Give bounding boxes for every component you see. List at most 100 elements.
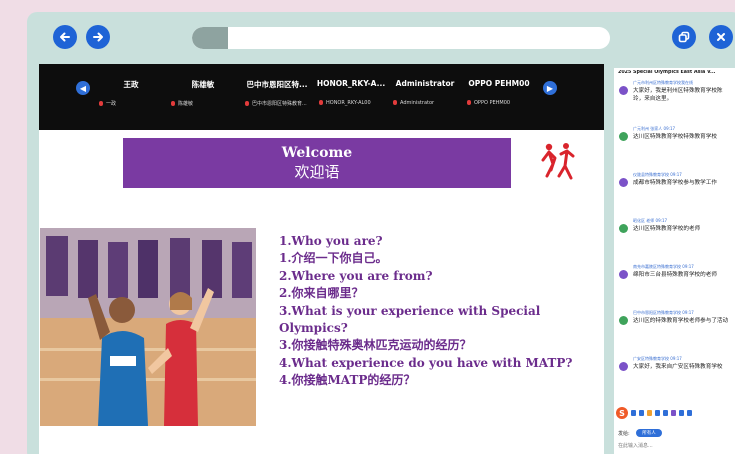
avatar [619, 132, 628, 141]
participant-name: OPPO PEHM00 [468, 79, 530, 88]
participant-label: Administrator [389, 100, 461, 106]
question-line: 1.介绍一下你自己。 [279, 251, 388, 266]
participant-label: 一政 [95, 100, 167, 107]
intro-questions: 1.Who you are? 1.介绍一下你自己。 2.Where you ar… [279, 233, 599, 390]
participant-tile[interactable]: 王政 一政 [95, 76, 167, 116]
back-button[interactable] [53, 25, 77, 49]
message-meta: 广安区特殊教育学校 09:17 [633, 356, 682, 361]
punctuation-icon[interactable] [639, 410, 644, 416]
participant-name: 王政 [123, 80, 139, 89]
address-bar[interactable] [192, 27, 610, 49]
mic-muted-icon [171, 101, 175, 106]
participant-tile[interactable]: OPPO PEHM00 OPPO PEHM00 [463, 76, 535, 116]
mic-icon[interactable] [655, 410, 660, 416]
chat-message: 广元市利州区特殊教育学校我在线 大家好，我是利州区特殊教育学校陈玲，来自这里。 [614, 80, 735, 114]
participant-tile[interactable]: Administrator Administrator [389, 76, 461, 116]
chat-title: 2025 Special Olympics East Asia V... [618, 70, 716, 75]
question-line: 4.你接触MATP的经历？ [279, 373, 416, 388]
message-text: 成都市特殊教育学校参与教学工作 [633, 180, 717, 186]
question-line: 3.What is your experience with Special O… [279, 303, 541, 336]
mic-muted-icon [245, 101, 249, 106]
chat-message: 南充市嘉陵区特殊教育学校 09:17 绵阳市三台县特殊教育学校的老师 [614, 264, 735, 298]
send-to-label: 发给: [618, 431, 630, 437]
chat-panel: 2025 Special Olympics East Asia V... 广元市… [614, 68, 735, 454]
avatar [619, 224, 628, 233]
mic-muted-icon [393, 100, 397, 105]
participant-name: 陈雄敏 [191, 80, 215, 89]
participants-prev-button[interactable]: ◀ [76, 81, 90, 95]
message-text: 大家好，我是利州区特殊教育学校陈玲，来自这里。 [633, 88, 723, 102]
participant-tile[interactable]: 巴中市恩阳区特... 巴中市恩阳区特殊教育... [241, 76, 313, 116]
special-olympics-logo [541, 143, 575, 180]
chat-message: 广元利州 张家人 09:17 达川区特殊教育学校特殊教育学校 [614, 126, 735, 160]
avatar [619, 178, 628, 187]
address-input[interactable] [232, 27, 602, 49]
participant-label: 陈雄敏 [167, 100, 239, 107]
address-progress [192, 27, 228, 49]
message-meta: 巴中市恩阳区特殊教育学校 09:17 [633, 310, 694, 315]
meeting-content: ◀ 王政 一政 陈雄敏 陈雄敏 巴中市恩阳区特... 巴中市恩阳区特殊教育...… [39, 64, 604, 454]
chat-input[interactable]: 在此输入消息... [618, 442, 728, 449]
participant-name: 巴中市恩阳区特... [246, 80, 308, 89]
participant-label: OPPO PEHM00 [463, 100, 535, 106]
message-text: 达川区的特殊教育学校老师参与了活动 [633, 318, 729, 324]
welcome-banner: Welcome 欢迎语 [123, 138, 511, 188]
emoji-icon[interactable] [647, 410, 652, 416]
question-line: 2.Where you are from? [279, 268, 433, 283]
participants-next-button[interactable]: ▶ [543, 81, 557, 95]
message-text: 达川区特殊教育学校的老师 [633, 226, 701, 232]
skin-icon[interactable] [671, 410, 676, 416]
participant-tile[interactable]: 陈雄敏 陈雄敏 [167, 76, 239, 116]
close-icon [717, 33, 725, 41]
keyboard-icon[interactable] [663, 410, 668, 416]
window-toolbar [27, 12, 735, 64]
participant-strip: ◀ 王政 一政 陈雄敏 陈雄敏 巴中市恩阳区特... 巴中市恩阳区特殊教育...… [39, 64, 604, 130]
participant-name: HONOR_RKY-A... [316, 79, 386, 88]
mic-muted-icon [99, 101, 103, 106]
arrow-right-icon [93, 32, 103, 42]
chinese-mode-icon[interactable] [631, 410, 636, 416]
chat-message: 巴中市恩阳区特殊教育学校 09:17 达川区的特殊教育学校老师参与了活动 [614, 310, 735, 344]
avatar [619, 86, 628, 95]
mic-muted-icon [319, 100, 323, 105]
avatar [619, 316, 628, 325]
question-line: 4.What experience do you have with MATP? [279, 355, 573, 370]
message-text: 大家好，我来自广安区特殊教育学校 [633, 364, 723, 370]
sogou-ime-icon[interactable]: S [616, 407, 628, 419]
chat-message: 昭化区 老师 09:17 达川区特殊教育学校的老师 [614, 218, 735, 252]
copy-button[interactable] [672, 25, 696, 49]
participant-name: Administrator [395, 79, 455, 88]
close-button[interactable] [709, 25, 733, 49]
message-meta: 南充市嘉陵区特殊教育学校 09:17 [633, 264, 694, 269]
message-meta: 仪陇县特殊教育学校 09:17 [633, 172, 682, 177]
message-meta: 昭化区 老师 09:17 [633, 218, 668, 223]
welcome-title-cn: 欢迎语 [294, 163, 340, 181]
chat-message: 仪陇县特殊教育学校 09:17 成都市特殊教育学校参与教学工作 [614, 172, 735, 206]
question-line: 2.你来自哪里？ [279, 286, 364, 301]
toolbox-icon[interactable] [679, 410, 684, 416]
forward-button[interactable] [86, 25, 110, 49]
message-meta: 广元利州 张家人 09:17 [633, 126, 676, 131]
input-method-toolbar: S [614, 406, 735, 420]
menu-icon[interactable] [687, 410, 692, 416]
participant-label: 巴中市恩阳区特殊教育... [241, 100, 313, 107]
chat-message: 广安区特殊教育学校 09:17 大家好，我来自广安区特殊教育学校 [614, 356, 735, 390]
message-meta: 广元市利州区特殊教育学校我在线 [633, 80, 693, 85]
mic-muted-icon [467, 100, 471, 105]
arrow-left-icon [60, 32, 70, 42]
send-to-select[interactable]: 所有人 [636, 429, 662, 437]
shared-slide: Welcome 欢迎语 1.Who you are? 1.介绍一下你自己。 2.… [39, 130, 604, 454]
participant-tile[interactable]: HONOR_RKY-A... HONOR_RKY-AL00 [315, 76, 387, 116]
question-line: 3.你接触特殊奥林匹克运动的经历？ [279, 338, 472, 353]
athletes-photo [40, 228, 256, 426]
chevron-right-icon: ▶ [546, 83, 554, 93]
copy-icon [678, 31, 690, 43]
message-text: 绵阳市三台县特殊教育学校的老师 [633, 272, 717, 278]
participant-label: HONOR_RKY-AL00 [315, 100, 387, 106]
avatar [619, 362, 628, 371]
avatar [619, 270, 628, 279]
welcome-title-en: Welcome [281, 145, 353, 161]
message-text: 达川区特殊教育学校特殊教育学校 [633, 134, 717, 140]
chevron-left-icon: ◀ [79, 83, 87, 93]
question-line: 1.Who you are? [279, 234, 383, 248]
